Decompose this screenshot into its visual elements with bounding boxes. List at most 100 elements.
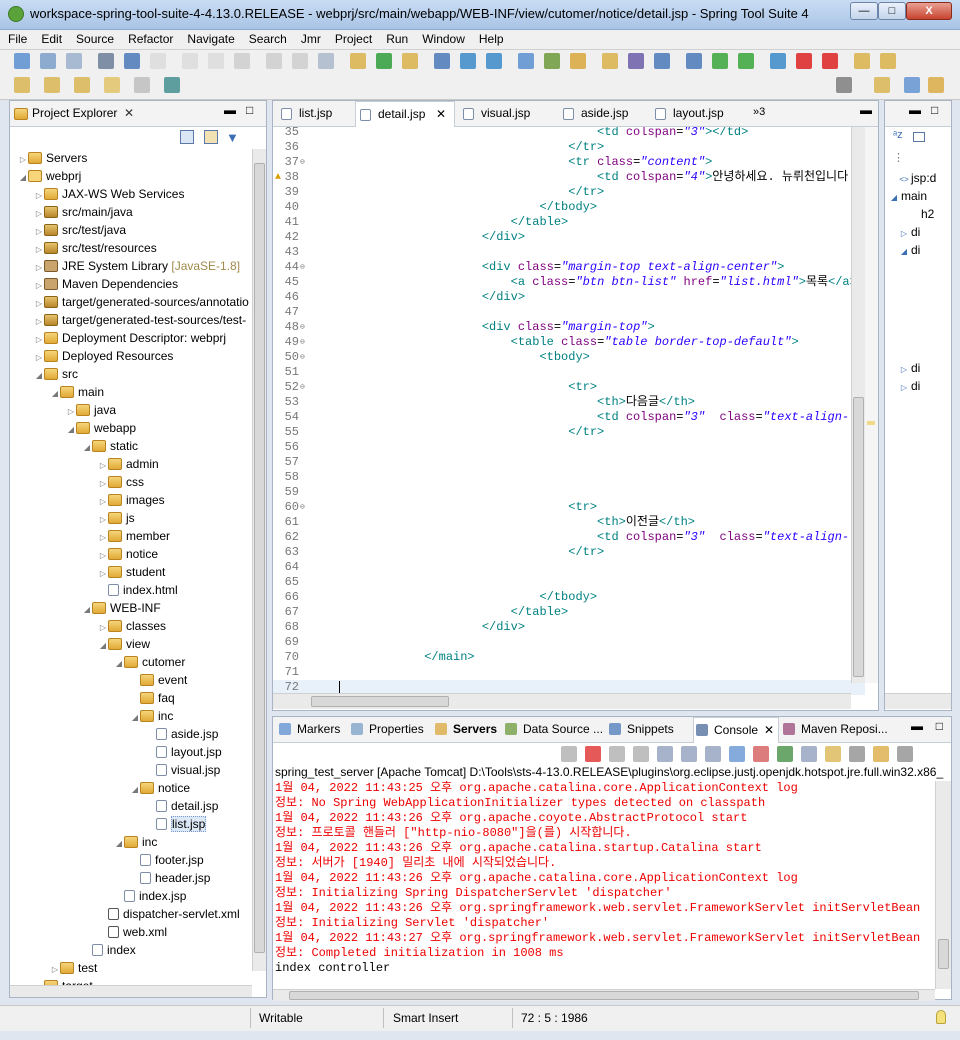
run-icon[interactable] — [712, 53, 728, 69]
save-all-icon[interactable] — [66, 53, 82, 69]
tab-overflow-indicator[interactable]: »3 — [753, 106, 765, 118]
outline-horizontal-scrollbar[interactable] — [885, 693, 951, 709]
bottom-tab-snippets[interactable]: Snippets — [607, 717, 697, 743]
bottom-tab-data-source-[interactable]: Data Source ... — [503, 717, 603, 743]
tree-item[interactable]: ◢ main — [50, 383, 104, 401]
tree-item[interactable]: ▷ images — [98, 491, 165, 509]
tip-bulb-icon[interactable] — [936, 1010, 946, 1024]
outline-item[interactable] — [927, 277, 941, 295]
tree-item[interactable]: ▷ target/generated-test-sources/test- — [34, 311, 246, 329]
explorer-horizontal-scrollbar[interactable] — [10, 985, 252, 997]
collapse-all-icon[interactable] — [180, 130, 194, 144]
fold-collapse-icon[interactable]: ⊖ — [300, 155, 305, 170]
view-menu-icon[interactable] — [849, 746, 865, 762]
coverage-icon[interactable] — [770, 53, 786, 69]
terminate-icon[interactable] — [822, 53, 838, 69]
editor-tab-layout-jsp[interactable]: layout.jsp — [651, 101, 745, 127]
tree-item[interactable]: event — [130, 671, 187, 689]
menu-refactor[interactable]: Refactor — [120, 30, 179, 46]
outline-arrow-icon[interactable]: ◢ — [887, 189, 901, 207]
tree-item[interactable]: ▷ src/main/java — [34, 203, 133, 221]
close-icon[interactable]: ✕ — [764, 723, 774, 737]
expanded-arrow-icon[interactable]: ◢ — [18, 169, 28, 187]
search-icon[interactable] — [486, 53, 502, 69]
show-stdout-icon[interactable] — [729, 746, 745, 762]
collapse-all-icon[interactable] — [913, 132, 925, 142]
editor-tab-detail-jsp[interactable]: detail.jsp ✕ — [355, 101, 455, 127]
tree-item[interactable]: ▷ member — [98, 527, 170, 545]
tree-item[interactable]: faq — [130, 689, 175, 707]
editor-tab-aside-jsp[interactable]: aside.jsp — [559, 101, 653, 127]
tree-item[interactable]: ◢ cutomer — [114, 653, 185, 671]
console-output[interactable]: 1월 04, 2022 11:43:25 오후 org.apache.catal… — [273, 781, 935, 989]
minimize-view-icon[interactable]: ▬ — [224, 103, 236, 117]
expanded-arrow-icon[interactable]: ◢ — [130, 781, 140, 799]
display-console-icon[interactable] — [801, 746, 817, 762]
fold-collapse-icon[interactable]: ⊖ — [300, 380, 305, 395]
tree-item[interactable]: ▷ classes — [98, 617, 166, 635]
disconnect-icon[interactable] — [561, 746, 577, 762]
tree-item[interactable]: detail.jsp — [146, 797, 218, 815]
bottom-tab-maven-reposi-[interactable]: Maven Reposi... — [781, 717, 888, 743]
tree-item[interactable]: web.xml — [98, 923, 167, 941]
open-perspective-icon[interactable] — [874, 77, 890, 93]
menu-window[interactable]: Window — [414, 30, 471, 46]
scrollbar-thumb[interactable] — [938, 939, 949, 969]
tree-item[interactable]: index — [82, 941, 136, 959]
close-icon[interactable]: ✕ — [436, 107, 446, 121]
tree-item[interactable]: ◢ WEB-INF — [82, 599, 161, 617]
tree-item[interactable]: ▷ Maven Dependencies — [34, 275, 178, 293]
stop-server-icon[interactable] — [796, 53, 812, 69]
expanded-arrow-icon[interactable]: ◢ — [130, 709, 140, 727]
ant-icon[interactable] — [570, 53, 586, 69]
open-type-icon[interactable] — [460, 53, 476, 69]
show-stderr-icon[interactable] — [753, 746, 769, 762]
spring-perspective-icon[interactable] — [928, 77, 944, 93]
terminal-icon[interactable] — [124, 53, 140, 69]
close-window-button[interactable]: X — [906, 2, 952, 20]
tree-item[interactable]: ◢ webapp — [66, 419, 136, 437]
tree-item[interactable]: aside.jsp — [146, 725, 218, 743]
step-into-icon[interactable] — [266, 53, 282, 69]
menu-jmr[interactable]: Jmr — [293, 30, 327, 46]
tree-item[interactable]: ◢ notice — [130, 779, 190, 797]
tree-item[interactable]: ▷ Deployed Resources — [34, 347, 173, 365]
expanded-arrow-icon[interactable]: ◢ — [82, 439, 92, 457]
tree-item[interactable]: ▷ notice — [98, 545, 158, 563]
menu-project[interactable]: Project — [327, 30, 378, 46]
remove-all-icon[interactable] — [633, 746, 649, 762]
scroll-lock-icon[interactable] — [681, 746, 697, 762]
minimize-editor-icon[interactable]: ▬ — [860, 103, 872, 117]
tree-item[interactable]: ▷ src/test/resources — [34, 239, 157, 257]
outline-item[interactable]: ◢ main — [887, 187, 927, 205]
editor-horizontal-scrollbar[interactable] — [273, 693, 851, 709]
tree-item[interactable]: ▷ JRE System Library [JavaSE-1.8] — [34, 257, 240, 275]
fold-collapse-icon[interactable]: ⊖ — [300, 350, 305, 365]
java-ee-perspective-icon[interactable] — [904, 77, 920, 93]
tree-item[interactable]: ◢ inc — [130, 707, 173, 725]
editor-vertical-scrollbar[interactable] — [851, 127, 865, 683]
open-task-icon[interactable] — [654, 53, 670, 69]
console-vertical-scrollbar[interactable] — [935, 781, 951, 989]
globe-icon[interactable] — [518, 53, 534, 69]
expanded-arrow-icon[interactable]: ◢ — [98, 637, 108, 655]
warning-icon[interactable]: ▲ — [275, 170, 281, 185]
remove-launch-icon[interactable] — [609, 746, 625, 762]
menu-source[interactable]: Source — [68, 30, 120, 46]
outline-item[interactable]: ▷ di — [897, 223, 920, 241]
tree-item[interactable]: header.jsp — [130, 869, 210, 887]
forward-icon[interactable] — [134, 77, 150, 93]
outline-tab[interactable]: ▬ □ — [885, 101, 951, 127]
menu-search[interactable]: Search — [241, 30, 293, 46]
tree-item[interactable]: ◢ inc — [114, 833, 157, 851]
tree-item[interactable]: ◢ static — [82, 437, 138, 455]
open-perspective-icon[interactable] — [854, 53, 870, 69]
close-icon[interactable]: ✕ — [124, 106, 134, 120]
outline-arrow-icon[interactable]: ◢ — [897, 243, 911, 261]
suspend-icon[interactable] — [182, 53, 198, 69]
spring-boot-icon[interactable] — [376, 53, 392, 69]
outline-item[interactable]: h2 — [907, 205, 934, 223]
tree-item[interactable]: ▷ css — [98, 473, 144, 491]
minimize-button[interactable]: — — [850, 2, 878, 20]
open-console-icon[interactable] — [873, 746, 889, 762]
